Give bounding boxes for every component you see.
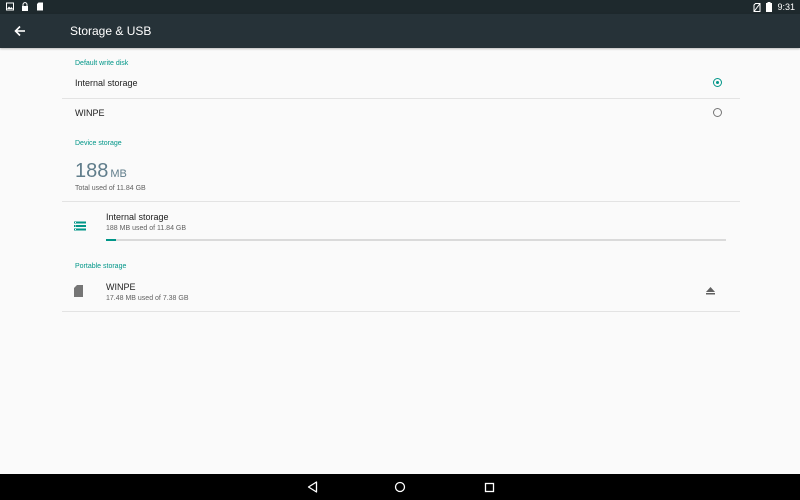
sd-card-notification-icon [37,2,43,11]
system-status-area: 9:31 [753,1,795,13]
sd-card-icon [74,285,83,297]
recents-square-icon [484,482,494,492]
no-sim-icon [753,2,761,12]
app-toolbar: Storage & USB [0,14,800,48]
device-storage-header: Device storage [75,140,122,147]
write-disk-option-internal[interactable]: Internal storage [62,69,740,98]
storage-progress-fill [106,239,116,241]
nav-back-button[interactable] [304,479,320,495]
page-title: Storage & USB [70,24,152,38]
home-circle-icon [394,481,406,493]
eject-button[interactable] [704,285,716,297]
notification-icons [6,2,44,11]
portable-storage-header: Portable storage [75,263,127,270]
storage-used-total: 188 MB [75,159,127,186]
nav-home-button[interactable] [392,479,408,495]
storage-icon [74,221,86,231]
radio-button-selected[interactable] [713,78,722,87]
used-value: 188 [75,160,109,182]
total-used-summary: Total used of 11.84 GB [75,185,146,192]
volume-title: Internal storage [106,212,169,222]
volume-title: WINPE [106,282,136,292]
gallery-notification-icon [6,2,14,11]
nav-recents-button[interactable] [481,479,497,495]
radio-button-unselected[interactable] [713,108,722,117]
used-unit: MB [110,168,127,180]
default-write-disk-header: Default write disk [75,60,129,67]
battery-icon [766,2,773,12]
back-triangle-icon [307,481,317,493]
settings-screen: 9:31 Storage & USB Default write disk In… [0,0,800,500]
back-button[interactable] [10,21,30,41]
option-label: WINPE [75,108,105,118]
volume-summary: 188 MB used of 11.84 GB [106,225,187,232]
storage-progress-bar [106,239,726,241]
status-bar: 9:31 [0,0,800,14]
divider [62,311,740,312]
arrow-back-icon [14,25,25,37]
internal-storage-volume[interactable]: Internal storage 188 MB used of 11.84 GB [62,202,740,250]
option-label: Internal storage [75,78,138,88]
lock-notification-icon [22,2,28,11]
clock: 9:31 [777,2,795,12]
volume-summary: 17.48 MB used of 7.38 GB [106,295,189,302]
eject-icon [705,287,715,295]
system-navigation-bar [0,474,800,500]
write-disk-option-winpe[interactable]: WINPE [62,99,740,127]
winpe-storage-volume[interactable]: WINPE 17.48 MB used of 7.38 GB [62,273,740,311]
